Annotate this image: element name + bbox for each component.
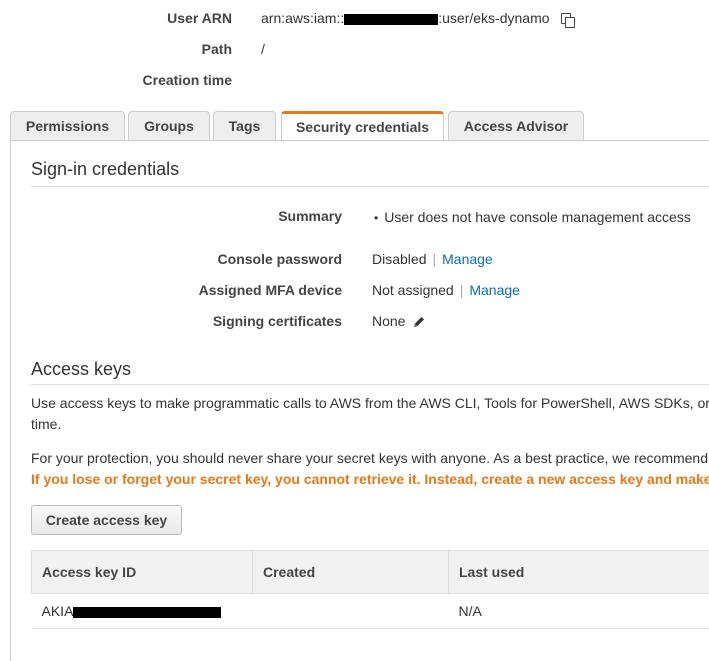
- access-keys-title: Access keys: [31, 359, 131, 380]
- user-arn-value: arn:aws:iam:::user/eks-dynamo: [261, 10, 573, 26]
- signin-section-title: Sign-in credentials: [31, 159, 179, 180]
- user-arn-prefix: arn:aws:iam::: [261, 10, 344, 26]
- protection-note: For your protection, you should never sh…: [31, 450, 709, 466]
- column-header-last-used[interactable]: Last used: [449, 551, 709, 594]
- copy-icon[interactable]: [561, 13, 573, 25]
- table-header-row: Access key ID Created Last used: [32, 551, 709, 594]
- summary-label: Summary: [150, 208, 342, 224]
- table-row: AKIA N/A: [32, 594, 709, 629]
- separator: |: [460, 282, 464, 298]
- creation-time-label: Creation time: [100, 72, 232, 88]
- manage-console-password-link[interactable]: Manage: [442, 251, 493, 267]
- tab-access-advisor[interactable]: Access Advisor: [448, 111, 584, 140]
- access-keys-description: Use access keys to make programmatic cal…: [31, 393, 709, 435]
- access-keys-table: Access key ID Created Last used AKIA N/A: [31, 550, 709, 629]
- summary-value: • User does not have console management a…: [374, 209, 691, 225]
- redacted-access-key: [73, 607, 221, 618]
- summary-text: User does not have console management ac…: [384, 209, 691, 225]
- tab-groups[interactable]: Groups: [128, 111, 210, 140]
- bullet-icon: •: [374, 211, 378, 225]
- path-value: /: [261, 41, 265, 57]
- tab-permissions[interactable]: Permissions: [10, 111, 125, 140]
- access-keys-desc-line2: time.: [31, 414, 709, 435]
- user-arn-label: User ARN: [100, 10, 232, 26]
- access-key-id-cell: AKIA: [32, 594, 253, 629]
- manage-mfa-link[interactable]: Manage: [469, 282, 520, 298]
- signing-certs-status: None: [372, 313, 405, 329]
- path-label: Path: [100, 41, 232, 57]
- create-access-key-button[interactable]: Create access key: [31, 505, 182, 535]
- tab-security-credentials[interactable]: Security credentials: [281, 111, 444, 142]
- access-keys-desc-line1: Use access keys to make programmatic cal…: [31, 393, 709, 414]
- signin-divider: [31, 186, 709, 187]
- column-header-created[interactable]: Created: [253, 551, 449, 594]
- signing-certs-value: None: [372, 313, 426, 329]
- last-used-cell: N/A: [449, 594, 709, 629]
- assigned-mfa-label: Assigned MFA device: [150, 282, 342, 298]
- user-arn-suffix: :user/eks-dynamo: [438, 10, 549, 26]
- console-password-status: Disabled: [372, 251, 426, 267]
- access-keys-divider: [31, 384, 709, 385]
- secret-key-warning: If you lose or forget your secret key, y…: [31, 471, 709, 487]
- tab-tags[interactable]: Tags: [213, 111, 276, 140]
- redacted-account-id: [344, 14, 438, 25]
- access-key-prefix: AKIA: [42, 603, 74, 619]
- console-password-label: Console password: [150, 251, 342, 267]
- pencil-icon[interactable]: [412, 315, 426, 329]
- console-password-value: Disabled | Manage: [372, 251, 493, 267]
- signing-certs-label: Signing certificates: [150, 313, 342, 329]
- assigned-mfa-status: Not assigned: [372, 282, 454, 298]
- created-cell: [253, 594, 449, 629]
- column-header-access-key-id[interactable]: Access key ID: [32, 551, 253, 594]
- assigned-mfa-value: Not assigned | Manage: [372, 282, 520, 298]
- separator: |: [432, 251, 436, 267]
